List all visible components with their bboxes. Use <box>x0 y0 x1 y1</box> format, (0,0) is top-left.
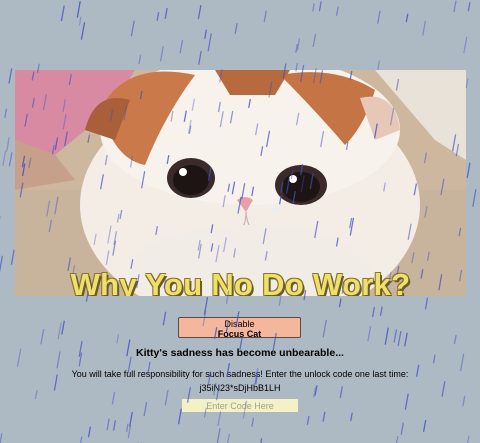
unlock-code-input[interactable] <box>182 399 298 412</box>
rain-drop <box>8 152 13 167</box>
rain-drop <box>404 393 409 410</box>
rain-drop <box>164 7 168 19</box>
rain-drop <box>404 332 408 347</box>
disable-target-label: Focus Cat <box>217 329 262 339</box>
sadness-message: Kitty's sadness has become unbearable... <box>136 347 344 359</box>
rain-drop <box>130 20 135 37</box>
unlock-code: j35iN23*sDjHbB1LH <box>199 383 281 393</box>
rain-drop <box>377 60 381 71</box>
rain-drop <box>112 420 117 431</box>
rain-drop <box>405 13 409 23</box>
rain-drop <box>462 395 466 407</box>
rain-drop <box>129 411 133 427</box>
rain-drop <box>216 428 221 443</box>
blocked-page: Why You No Do Work? Disable Focus Cat Ki… <box>0 0 480 443</box>
rain-drop <box>0 433 3 443</box>
rain-drop <box>40 328 45 345</box>
rain-drop <box>251 417 255 427</box>
responsibility-message: You will take full responsibility for su… <box>71 369 409 379</box>
rain-drop <box>203 296 209 315</box>
rain-drop <box>377 10 381 24</box>
rain-drop <box>60 5 65 22</box>
rain-drop <box>322 411 326 422</box>
rain-drop <box>197 4 202 20</box>
rain-drop <box>295 43 299 54</box>
disable-label: Disable <box>224 319 255 329</box>
rain-drop <box>87 426 92 438</box>
rain-drop <box>472 189 477 207</box>
rain-drop <box>57 322 62 340</box>
rain-drop <box>263 10 267 23</box>
rain-drop <box>318 1 322 12</box>
rain-drop <box>393 329 398 343</box>
rain-drop <box>138 54 142 65</box>
rain-drop <box>338 298 342 308</box>
rain-drop <box>467 435 470 443</box>
rain-drop <box>10 249 15 265</box>
rain-drop <box>467 2 471 12</box>
rain-drop <box>80 22 86 40</box>
rain-drop <box>260 438 263 443</box>
rain-drop <box>312 3 315 12</box>
rain-drop <box>111 391 116 405</box>
rain-drop <box>217 411 222 426</box>
rain-drop <box>400 422 404 435</box>
rain-drop <box>159 46 164 62</box>
rain-drop <box>371 306 376 318</box>
rain-drop <box>143 401 148 417</box>
rain-drop <box>2 150 7 166</box>
rain-drop <box>322 319 327 338</box>
rain-drop <box>350 412 353 422</box>
rain-drop <box>79 436 83 443</box>
rain-drop <box>453 0 457 13</box>
rain-drop <box>422 20 427 36</box>
rain-drop <box>106 418 110 431</box>
headline: Why You No Do Work? <box>70 267 411 296</box>
rain-drop <box>179 39 184 54</box>
rain-drop <box>296 38 301 51</box>
rain-drop <box>162 311 167 326</box>
rain-drop <box>177 408 182 425</box>
disable-focus-cat-button[interactable]: Disable Focus Cat <box>178 317 301 339</box>
rain-drop <box>335 6 339 16</box>
rain-drop <box>127 425 132 439</box>
rain-drop <box>453 334 457 345</box>
rain-drop <box>6 137 10 152</box>
rain-drop <box>204 29 208 39</box>
rain-drop <box>198 50 202 65</box>
rain-drop <box>207 33 212 52</box>
rain-drop <box>78 16 82 26</box>
rain-drop <box>227 433 231 443</box>
rain-drop <box>422 419 427 432</box>
rain-drop <box>463 36 468 54</box>
rain-drop <box>384 327 389 345</box>
rain-drop <box>4 108 8 119</box>
rain-drop <box>76 1 81 18</box>
rain-drop <box>424 297 429 310</box>
sad-cat-photo <box>15 70 466 296</box>
rain-drop <box>306 415 310 426</box>
rain-drop <box>125 423 129 432</box>
rain-drop <box>465 78 469 89</box>
rain-drop <box>234 22 238 35</box>
rain-drop <box>8 68 13 84</box>
sad-cat-image: Why You No Do Work? <box>15 70 466 296</box>
rain-drop <box>397 330 402 347</box>
rain-drop <box>466 162 471 179</box>
rain-drop <box>0 255 4 272</box>
rain-drop <box>379 306 383 316</box>
rain-drop <box>367 326 372 342</box>
rain-drop <box>312 33 317 48</box>
rain-drop <box>61 320 65 335</box>
rain-drop <box>116 334 120 344</box>
rain-drop <box>395 435 399 443</box>
rain-drop <box>156 12 160 21</box>
